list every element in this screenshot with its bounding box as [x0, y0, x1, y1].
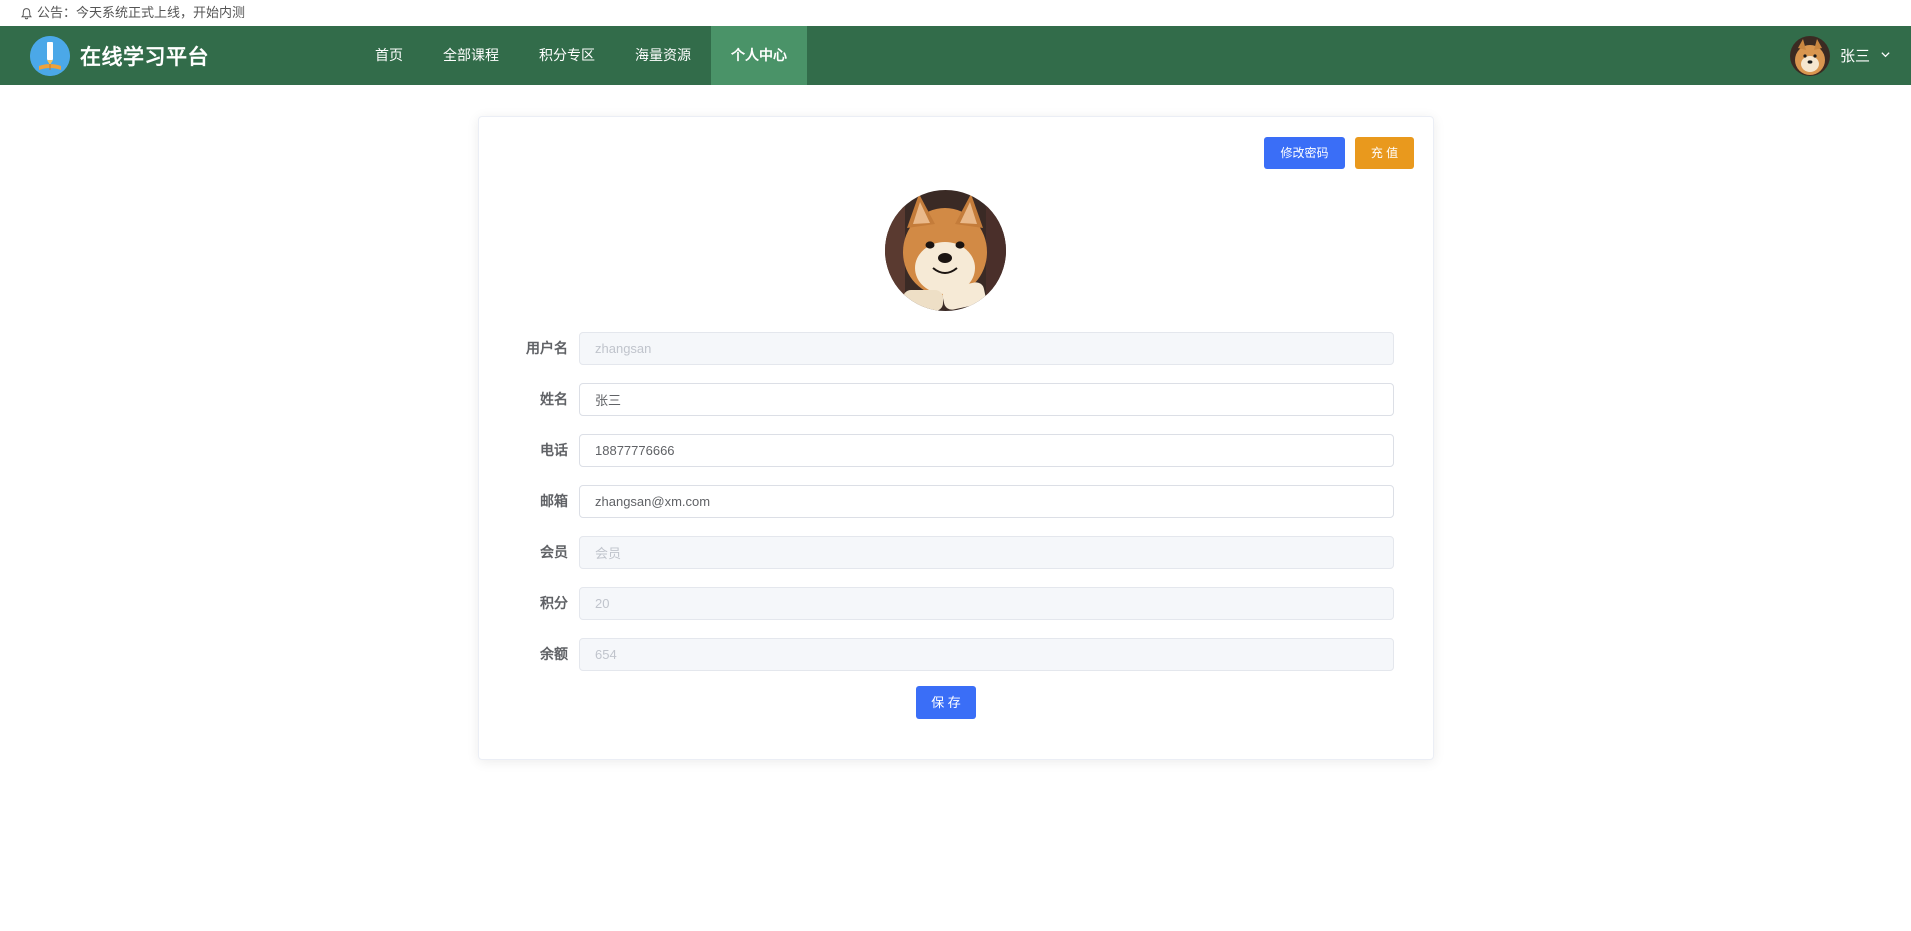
profile-card: 修改密码 充 值 用户名 姓名 电话 邮箱 — [478, 116, 1434, 760]
recharge-button[interactable]: 充 值 — [1355, 137, 1414, 169]
pen-book-logo-icon — [30, 35, 70, 76]
form-row-username: 用户名 — [479, 332, 1435, 365]
top-navbar: 在线学习平台 首页 全部课程 积分专区 海量资源 个人中心 张三 — [0, 26, 1911, 85]
notice-text: 公告：今天系统正式上线，开始内测 — [37, 5, 246, 20]
form-row-membership: 会员 — [479, 536, 1435, 569]
user-menu[interactable]: 张三 — [1789, 26, 1891, 85]
chevron-down-icon — [1880, 47, 1891, 64]
nav-item-home[interactable]: 首页 — [355, 26, 423, 85]
phone-label: 电话 — [540, 442, 568, 458]
email-field[interactable] — [579, 485, 1394, 518]
name-field[interactable] — [579, 383, 1394, 416]
points-field[interactable] — [579, 587, 1394, 620]
bell-icon — [20, 7, 33, 20]
membership-field[interactable] — [579, 536, 1394, 569]
notice-bar: 公告：今天系统正式上线，开始内测 — [0, 0, 1911, 26]
balance-field[interactable] — [579, 638, 1394, 671]
phone-field[interactable] — [579, 434, 1394, 467]
username-label: 用户名 — [526, 340, 568, 356]
avatar — [1789, 35, 1830, 76]
brand[interactable]: 在线学习平台 — [30, 35, 355, 76]
form-row-balance: 余额 — [479, 638, 1435, 671]
main-nav: 首页 全部课程 积分专区 海量资源 个人中心 — [355, 26, 807, 85]
form-row-name: 姓名 — [479, 383, 1435, 416]
nav-item-resources[interactable]: 海量资源 — [615, 26, 711, 85]
form-row-email: 邮箱 — [479, 485, 1435, 518]
user-name: 张三 — [1839, 48, 1870, 65]
nav-item-points-zone[interactable]: 积分专区 — [519, 26, 615, 85]
form-row-points: 积分 — [479, 587, 1435, 620]
nav-item-personal-center[interactable]: 个人中心 — [711, 26, 807, 85]
save-button[interactable]: 保 存 — [916, 686, 976, 719]
points-label: 积分 — [540, 595, 568, 611]
membership-label: 会员 — [540, 544, 568, 560]
balance-label: 余额 — [540, 646, 568, 662]
username-field[interactable] — [579, 332, 1394, 365]
nav-item-all-courses[interactable]: 全部课程 — [423, 26, 519, 85]
name-label: 姓名 — [540, 391, 568, 407]
form-row-phone: 电话 — [479, 434, 1435, 467]
change-password-button[interactable]: 修改密码 — [1264, 137, 1345, 169]
site-title: 在线学习平台 — [80, 45, 209, 69]
profile-avatar[interactable] — [885, 190, 1006, 311]
email-label: 邮箱 — [540, 493, 568, 509]
